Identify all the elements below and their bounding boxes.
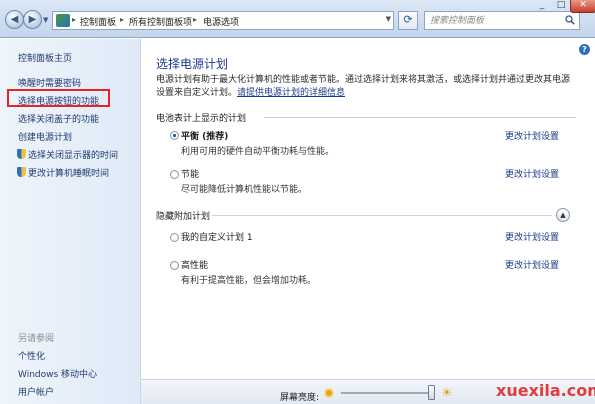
group-divider (212, 215, 552, 216)
change-settings-high-performance[interactable]: 更改计划设置 (505, 258, 559, 271)
see-also-user-accounts[interactable]: 用户帐户 (18, 385, 54, 398)
breadcrumb-separator-icon[interactable]: ▸ (72, 15, 76, 24)
change-settings-balanced[interactable]: 更改计划设置 (505, 129, 559, 142)
control-panel-home-link[interactable]: 控制面板主页 (18, 51, 72, 64)
plan-desc-high-performance: 有利于提高性能，但会增加功耗。 (181, 276, 317, 286)
left-link-display-off-label: 选择关闭显示器的时间 (28, 151, 119, 161)
change-settings-power-saver[interactable]: 更改计划设置 (505, 167, 559, 180)
breadcrumb-power-options[interactable]: 电源选项 (203, 15, 239, 28)
plan-details-link[interactable]: 请提供电源计划的详细信息 (237, 88, 345, 98)
control-panel-icon (56, 14, 70, 27)
see-also-personalization[interactable]: 个性化 (18, 349, 45, 362)
hidden-plans-heading: 隐藏附加计划 (156, 212, 211, 222)
search-input[interactable] (430, 13, 560, 29)
breadcrumb-all-items[interactable]: 所有控制面板项 (129, 15, 192, 28)
left-link-sleep-time[interactable]: 更改计算机睡眠时间 (17, 166, 109, 179)
left-link-create-plan[interactable]: 创建电源计划 (18, 130, 72, 143)
left-link-sleep-time-label: 更改计算机睡眠时间 (28, 169, 110, 179)
address-dropdown-icon[interactable]: ▼ (386, 15, 391, 23)
plan-desc-power-saver: 尽可能降低计算机性能以节能。 (181, 185, 308, 195)
dim-sun-icon (324, 388, 334, 398)
brightness-label: 屏幕亮度: (280, 393, 320, 403)
search-box[interactable] (424, 11, 580, 30)
help-icon[interactable]: ? (579, 44, 590, 55)
page-description: 电源计划有助于最大化计算机的性能或者节能。通过选择计划来将其激活，或选择计划并通… (156, 74, 576, 100)
plan-name-high-performance[interactable]: 高性能 (181, 258, 208, 271)
breadcrumb-separator-icon[interactable]: ▸ (193, 15, 197, 24)
forward-button[interactable]: ▶ (23, 10, 42, 29)
see-also-heading: 另请参阅 (18, 334, 55, 344)
collapse-chevron-up-icon[interactable]: ▲ (556, 208, 570, 222)
breadcrumb-separator-icon[interactable]: ▸ (120, 15, 124, 24)
plan-radio-power-saver[interactable] (170, 170, 179, 179)
close-button[interactable]: ✕ (570, 0, 595, 13)
plan-radio-high-performance[interactable] (170, 261, 179, 270)
shield-icon (17, 149, 26, 159)
refresh-button[interactable]: ⟳ (398, 11, 418, 30)
watermark-text: xuexila.com (496, 381, 595, 400)
bright-sun-icon: ☀ (441, 386, 453, 401)
left-link-power-button[interactable]: 选择电源按钮的功能 (18, 94, 99, 107)
page-title: 选择电源计划 (156, 57, 229, 71)
back-button[interactable]: ◀ (5, 10, 24, 29)
group-divider (264, 117, 576, 118)
maximize-button[interactable]: □ (550, 0, 572, 13)
plan-radio-balanced[interactable] (170, 131, 179, 140)
shield-icon (17, 167, 26, 177)
plan-name-balanced[interactable]: 平衡 (推荐) (181, 129, 228, 142)
address-bar[interactable]: ▸ 控制面板 ▸ 所有控制面板项 ▸ 电源选项 ▼ (52, 11, 394, 30)
brightness-slider-thumb[interactable] (427, 385, 435, 400)
breadcrumb-control-panel[interactable]: 控制面板 (80, 15, 116, 28)
left-link-wake-password[interactable]: 唤醒时需要密码 (18, 76, 81, 89)
description-text: 电源计划有助于最大化计算机的性能或者节能。通过选择计划来将其激活，或选择计划并通… (156, 75, 571, 98)
see-also-mobility-center[interactable]: Windows 移动中心 (18, 367, 97, 380)
brightness-slider-track[interactable] (341, 392, 431, 394)
plan-name-power-saver[interactable]: 节能 (181, 167, 199, 180)
change-settings-custom[interactable]: 更改计划设置 (505, 230, 559, 243)
plan-radio-custom[interactable] (170, 233, 179, 242)
plan-name-custom[interactable]: 我的自定义计划 1 (181, 230, 253, 243)
battery-plans-heading: 电池表计上显示的计划 (156, 114, 247, 124)
recent-pages-icon[interactable]: ▼ (43, 16, 48, 24)
left-link-display-off[interactable]: 选择关闭显示器的时间 (17, 148, 118, 161)
left-link-close-lid[interactable]: 选择关闭盖子的功能 (18, 112, 99, 125)
plan-desc-balanced: 利用可用的硬件自动平衡功耗与性能。 (181, 147, 335, 157)
search-icon[interactable] (565, 15, 575, 25)
